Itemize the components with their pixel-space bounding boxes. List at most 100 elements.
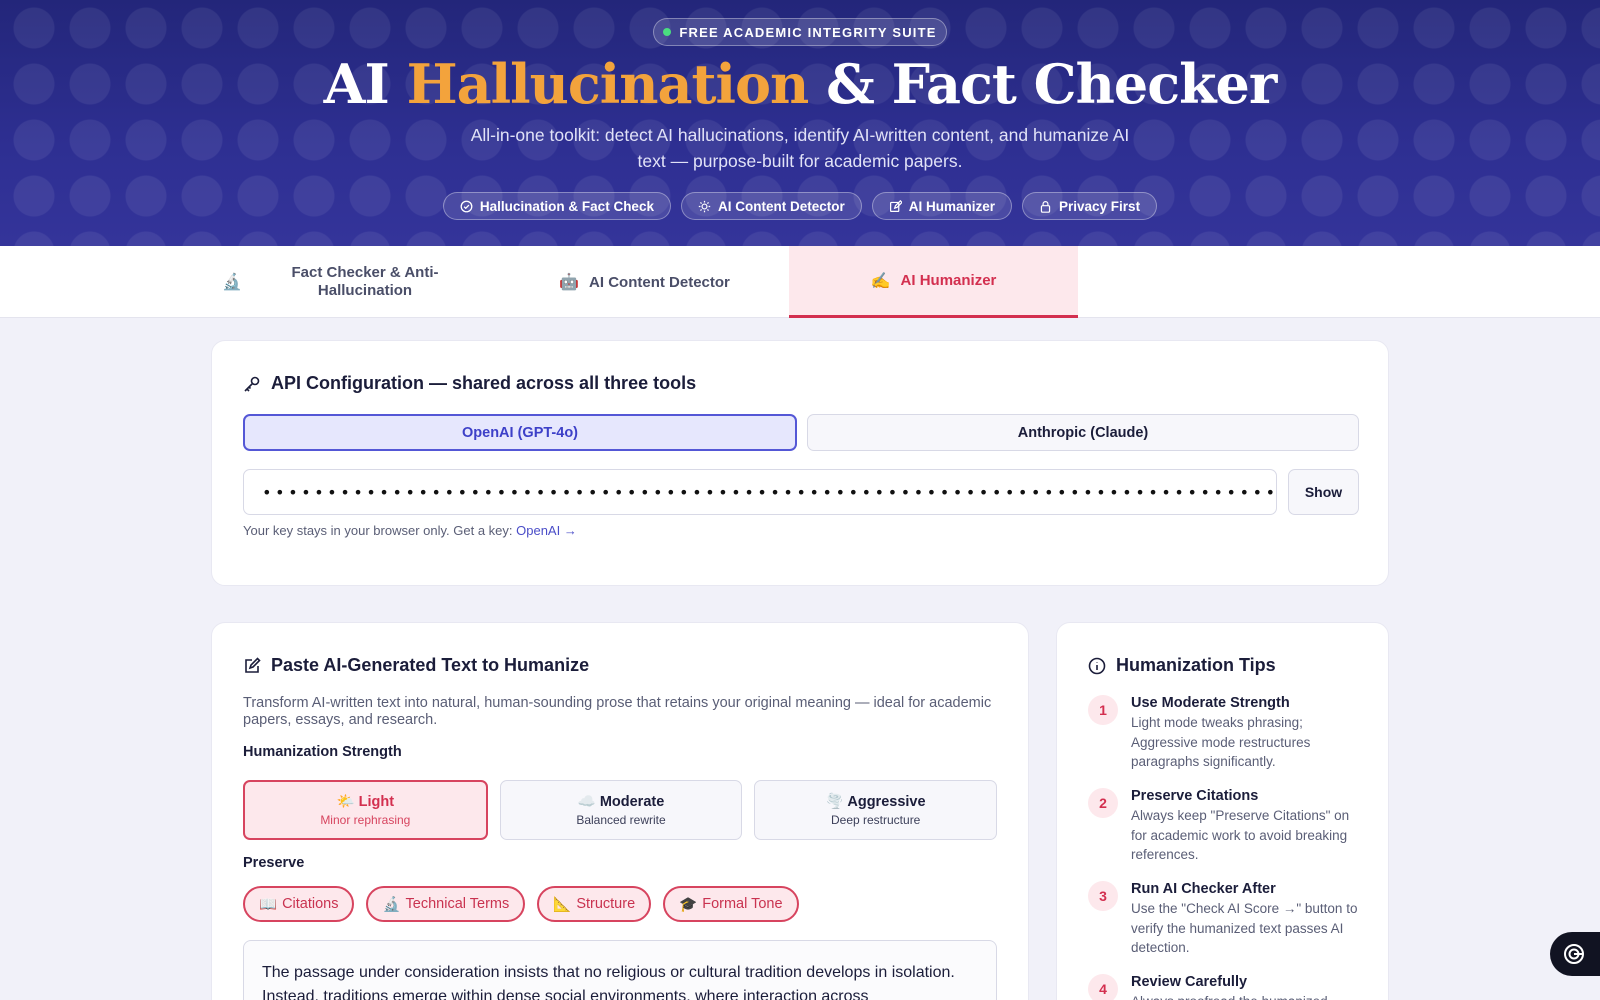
show-key-button[interactable]: Show bbox=[1288, 469, 1359, 515]
tip-item: 2 Preserve Citations Always keep "Preser… bbox=[1088, 788, 1363, 865]
strength-name-text: Aggressive bbox=[847, 794, 926, 810]
pill-label: AI Humanizer bbox=[908, 198, 996, 214]
hero-banner: FREE ACADEMIC INTEGRITY SUITE AI Halluci… bbox=[0, 0, 1600, 246]
api-key-input[interactable]: ••••••••••••••••••••••••••••••••••••••••… bbox=[243, 469, 1277, 515]
chip-label: Citations bbox=[282, 896, 339, 912]
tip-title: Use Moderate Strength bbox=[1131, 695, 1290, 711]
sun-cloud-icon: 🌤️ bbox=[336, 794, 355, 810]
book-icon: 📖 bbox=[259, 896, 278, 913]
pill-label: Privacy First bbox=[1059, 198, 1141, 214]
title-part1: AI bbox=[323, 52, 407, 116]
humanize-card: Paste AI-Generated Text to Humanize Tran… bbox=[211, 622, 1029, 1000]
strength-label: Humanization Strength bbox=[243, 744, 402, 760]
pill-privacy[interactable]: Privacy First bbox=[1022, 192, 1158, 220]
preserve-citations-toggle[interactable]: 📖 Citations bbox=[243, 886, 355, 922]
tip-body: Always proofread the humanized bbox=[1131, 992, 1363, 1000]
microscope-icon: 🔬 bbox=[382, 896, 401, 913]
chip-label: Technical Terms bbox=[405, 896, 510, 912]
key-icon bbox=[244, 376, 260, 392]
api-config-title: API Configuration — shared across all th… bbox=[243, 373, 1357, 394]
cloud-icon: ☁️ bbox=[577, 794, 596, 810]
assistant-icon bbox=[1564, 944, 1584, 964]
api-title-text: API Configuration — shared across all th… bbox=[271, 373, 697, 393]
tip-body: Light mode tweaks phrasing; Aggressive m… bbox=[1131, 715, 1311, 769]
badge-label: FREE ACADEMIC INTEGRITY SUITE bbox=[679, 24, 937, 40]
graduation-cap-icon: 🎓 bbox=[679, 896, 698, 913]
pill-label: Hallucination & Fact Check bbox=[479, 198, 654, 214]
preserve-options: 📖 Citations 🔬 Technical Terms 📐 Structure 🎓… bbox=[243, 886, 799, 922]
strength-name-text: Light bbox=[358, 794, 395, 810]
pill-hallucination[interactable]: Hallucination & Fact Check bbox=[442, 192, 671, 220]
humanize-title: Paste AI-Generated Text to Humanize bbox=[243, 655, 997, 676]
microscope-icon: 🔬 bbox=[222, 274, 242, 291]
edit-icon bbox=[245, 656, 261, 673]
tab-ai-humanizer[interactable]: ✍️ AI Humanizer bbox=[789, 246, 1078, 318]
strength-desc: Deep restructure bbox=[830, 813, 921, 827]
strength-selector: 🌤️ Light Minor rephrasing ☁️ Moderate Ba… bbox=[243, 780, 998, 840]
assistant-launcher-button[interactable] bbox=[1550, 932, 1600, 976]
strength-desc: Balanced rewrite bbox=[576, 813, 666, 827]
tab-fact-checker[interactable]: 🔬 Fact Checker & Anti-Hallucination bbox=[210, 246, 500, 318]
chip-label: Structure bbox=[576, 896, 636, 912]
tornado-icon: 🌪️ bbox=[825, 794, 844, 810]
strength-name: ☁️ Moderate bbox=[578, 793, 665, 810]
tip-title: Preserve Citations bbox=[1131, 788, 1259, 804]
preserve-label: Preserve bbox=[243, 855, 305, 871]
tip-body: Always keep "Preserve Citations" on for … bbox=[1131, 808, 1350, 862]
page-subtitle: All-in-one toolkit: detect AI hallucinat… bbox=[470, 125, 1130, 171]
preserve-formal-tone-toggle[interactable]: 🎓 Formal Tone bbox=[663, 886, 799, 922]
key-note: Your key stays in your browser only. Get… bbox=[243, 523, 577, 538]
tip-title: Review Carefully bbox=[1131, 974, 1248, 990]
preserve-structure-toggle[interactable]: 📐 Structure bbox=[537, 886, 652, 922]
lock-icon bbox=[1040, 200, 1051, 213]
title-accent: Hallucination bbox=[406, 52, 810, 116]
check-circle-icon bbox=[460, 200, 473, 212]
tip-number: 3 bbox=[1088, 881, 1118, 911]
humanize-text-input[interactable]: The passage under consideration insists … bbox=[243, 940, 997, 1000]
tip-item: 1 Use Moderate Strength Light mode tweak… bbox=[1088, 695, 1363, 772]
tab-label: AI Content Detector bbox=[589, 273, 730, 291]
tab-label: AI Humanizer bbox=[900, 272, 997, 289]
humanize-title-text: Paste AI-Generated Text to Humanize bbox=[271, 655, 590, 675]
status-dot-icon bbox=[663, 28, 672, 36]
tip-body: Use the "Check AI Score →" button to ver… bbox=[1131, 901, 1358, 955]
tip-number: 1 bbox=[1088, 695, 1118, 725]
tip-item: 4 Review Carefully Always proofread the … bbox=[1088, 974, 1363, 1000]
tips-title-text: Humanization Tips bbox=[1116, 655, 1276, 675]
tool-tabs: 🔬 Fact Checker & Anti-Hallucination 🤖 AI… bbox=[0, 246, 1600, 318]
pill-ai-detector[interactable]: AI Content Detector bbox=[680, 192, 862, 220]
tab-ai-detector[interactable]: 🤖 AI Content Detector bbox=[500, 246, 789, 318]
api-config-card: API Configuration — shared across all th… bbox=[211, 340, 1389, 586]
provider-openai-button[interactable]: OpenAI (GPT-4o) bbox=[243, 414, 797, 451]
tip-number: 2 bbox=[1088, 788, 1118, 818]
tip-item: 3 Run AI Checker After Use the "Check AI… bbox=[1088, 881, 1363, 958]
info-icon bbox=[1088, 657, 1106, 674]
suite-badge: FREE ACADEMIC INTEGRITY SUITE bbox=[653, 18, 947, 46]
humanize-description: Transform AI-written text into natural, … bbox=[243, 695, 992, 728]
strength-name-text: Moderate bbox=[599, 794, 665, 810]
provider-anthropic-button[interactable]: Anthropic (Claude) bbox=[807, 414, 1359, 451]
strength-aggressive-button[interactable]: 🌪️ Aggressive Deep restructure bbox=[754, 780, 998, 840]
openai-key-link[interactable]: OpenAI → bbox=[516, 523, 577, 538]
writing-hand-icon: ✍️ bbox=[870, 272, 891, 290]
preserve-technical-terms-toggle[interactable]: 🔬 Technical Terms bbox=[366, 886, 526, 922]
strength-moderate-button[interactable]: ☁️ Moderate Balanced rewrite bbox=[499, 780, 743, 840]
feature-pills: Hallucination & Fact Check AI Content De… bbox=[0, 192, 1600, 220]
provider-selector: OpenAI (GPT-4o) Anthropic (Claude) bbox=[243, 414, 1359, 451]
strength-light-button[interactable]: 🌤️ Light Minor rephrasing bbox=[243, 780, 488, 840]
tip-title: Run AI Checker After bbox=[1131, 881, 1276, 897]
pill-humanizer[interactable]: AI Humanizer bbox=[871, 192, 1013, 220]
page-title: AI Hallucination & Fact Checker bbox=[0, 52, 1600, 116]
strength-name: 🌪️ Aggressive bbox=[826, 793, 926, 810]
edit-icon bbox=[889, 199, 902, 212]
robot-icon: 🤖 bbox=[559, 274, 580, 291]
pill-label: AI Content Detector bbox=[717, 198, 845, 214]
strength-name: 🌤️ Light bbox=[337, 793, 395, 810]
tip-number: 4 bbox=[1088, 974, 1118, 1000]
strength-desc: Minor rephrasing bbox=[320, 813, 411, 827]
ruler-icon: 📐 bbox=[553, 896, 572, 913]
tips-title: Humanization Tips bbox=[1088, 655, 1357, 676]
tab-label: Fact Checker & Anti-Hallucination bbox=[291, 264, 439, 299]
chip-label: Formal Tone bbox=[702, 896, 783, 912]
tips-card: Humanization Tips 1 Use Moderate Strengt… bbox=[1056, 622, 1389, 1000]
